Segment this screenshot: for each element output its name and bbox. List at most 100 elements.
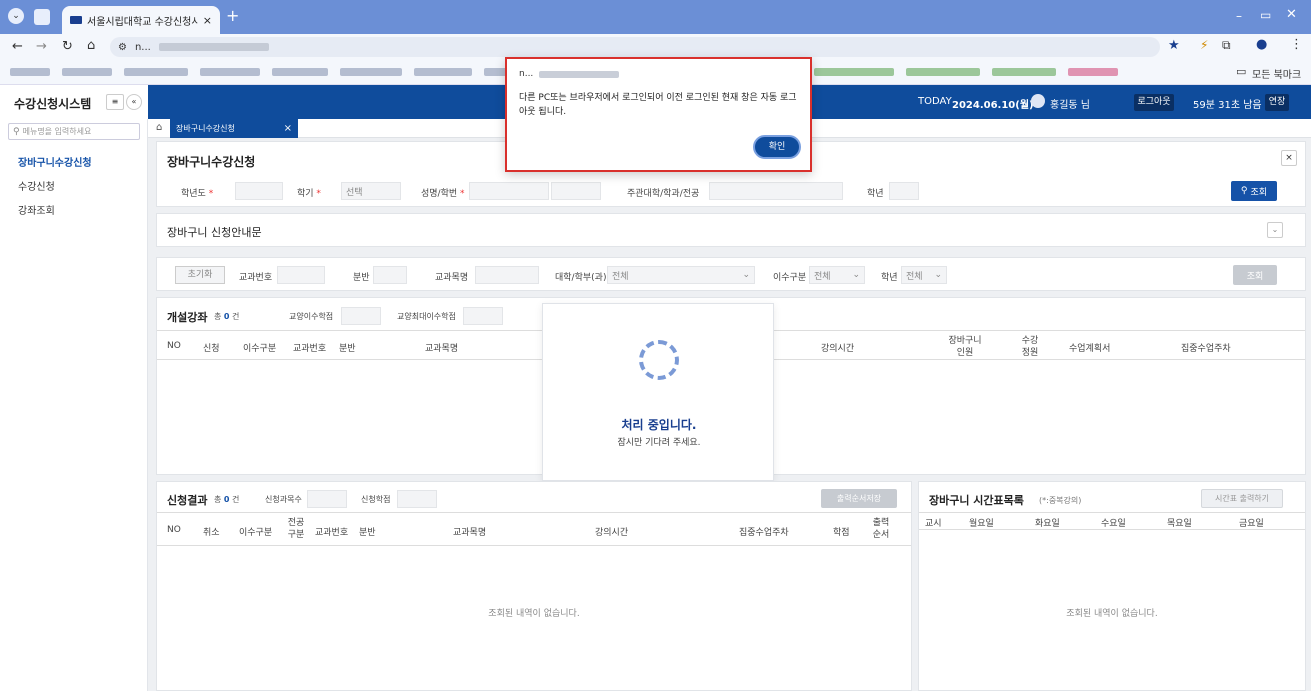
main-content: ⌂ 장바구니수강신청 × 장바구니수강신청 × 학년도 * 학기 * 선택 성명…	[148, 119, 1311, 691]
tab-group-icon[interactable]	[34, 9, 50, 25]
col-cancel: 취소	[203, 528, 220, 538]
col-intensive-week: 집중수업주차	[739, 528, 789, 538]
subjects-count-label: 신청과목수	[265, 495, 302, 504]
col-time: 강의시간	[821, 344, 855, 354]
student-id-input[interactable]	[551, 182, 601, 200]
type-select[interactable]: 전체 ⌄	[809, 266, 865, 284]
reset-button[interactable]: 초기화	[175, 266, 225, 284]
col-no: NO	[167, 525, 181, 535]
year-label: 학년도 *	[181, 189, 214, 199]
dept-input[interactable]	[709, 182, 843, 200]
tab-search-button[interactable]: ⌄	[8, 8, 24, 24]
folder-icon: ▭	[1236, 65, 1247, 78]
logout-button[interactable]: 로그아웃	[1134, 94, 1174, 111]
new-tab-button[interactable]: +	[226, 6, 239, 25]
print-timetable-button[interactable]: 시간표 출력하기	[1201, 489, 1283, 508]
bookmark-star-icon[interactable]: ★	[1168, 38, 1180, 53]
extensions-puzzle-icon[interactable]: ⧉	[1222, 38, 1231, 53]
col-major-type: 전공 구분	[287, 518, 305, 540]
alert-origin: n...	[519, 69, 620, 79]
app-title: 수강신청시스템	[14, 97, 92, 111]
grade-label: 학년	[867, 189, 884, 199]
results-header: NO 취소 이수구분 전공 구분 교과번호 분반 교과목명 강의시간 집중수업주…	[157, 512, 911, 546]
extend-session-button[interactable]: 연장	[1265, 94, 1289, 111]
menu-kebab-icon[interactable]: ⋮	[1290, 37, 1303, 52]
sidebar-item-registration[interactable]: 수강신청	[18, 178, 55, 193]
save-print-order-button[interactable]: 출력순서저장	[821, 489, 897, 508]
menu-search-field[interactable]: ⚲ 메뉴명을 입력하세요	[8, 123, 140, 140]
minimize-icon[interactable]: –	[1236, 9, 1242, 23]
user-avatar-icon	[1031, 94, 1045, 108]
liberal-max-label: 교양최대이수학점	[397, 312, 456, 321]
tab-cart-registration[interactable]: 장바구니수강신청 ×	[170, 119, 298, 138]
spinner-icon	[639, 340, 679, 380]
alert-dialog: n... 다른 PC또는 브라우저에서 로그인되어 이전 로그인된 현재 창은 …	[505, 57, 812, 172]
subjects-count-value	[307, 490, 347, 508]
col-apply: 신청	[203, 344, 220, 354]
col-cart-count: 장바구니 인원	[948, 336, 982, 358]
back-icon[interactable]: ←	[12, 39, 23, 54]
filter-search-button[interactable]: 조회	[1233, 265, 1277, 285]
forward-icon[interactable]: →	[36, 39, 47, 54]
name-id-label: 성명/학번 *	[421, 189, 465, 199]
page-title: 장바구니수강신청	[167, 155, 256, 169]
guide-panel: 장바구니 신청안내문 ⌄	[156, 213, 1306, 247]
chevron-down-icon: ⌄	[742, 270, 750, 280]
col-time: 강의시간	[595, 528, 629, 538]
grade-select[interactable]: 전체 ⌄	[901, 266, 947, 284]
close-page-button[interactable]: ×	[1281, 150, 1297, 166]
alert-message: 다른 PC또는 브라우저에서 로그인되어 이전 로그인된 현재 창은 자동 로그…	[519, 93, 797, 117]
section-label: 분반	[353, 273, 370, 283]
close-tab-icon[interactable]: ×	[284, 123, 292, 134]
close-tab-icon[interactable]: ×	[203, 14, 212, 27]
restore-icon[interactable]: ▭	[1260, 8, 1271, 22]
col-type: 이수구분	[243, 344, 277, 354]
loading-subtitle: 잠시만 기다려 주세요.	[617, 438, 701, 448]
collapse-sidebar-button[interactable]: «	[126, 94, 142, 110]
col-friday: 금요일	[1239, 519, 1264, 529]
liberal-credits-value	[341, 307, 381, 325]
col-syllabus: 수업계획서	[1069, 344, 1111, 354]
course-name-input[interactable]	[475, 266, 539, 284]
col-section: 분반	[339, 344, 356, 354]
name-input[interactable]	[469, 182, 549, 200]
filter-grade-label: 학년	[881, 273, 898, 283]
home-icon[interactable]: ⌂	[87, 38, 95, 53]
college-label: 대학/학부(과)	[555, 273, 607, 283]
term-select[interactable]: 선택	[341, 182, 401, 200]
college-select[interactable]: 전체 ⌄	[607, 266, 755, 284]
expand-guide-button[interactable]: ⌄	[1267, 222, 1283, 238]
user-name: 홍길동 님	[1050, 100, 1090, 111]
col-section: 분반	[359, 528, 376, 538]
url-field[interactable]: ⚙ n...	[110, 37, 1160, 57]
search-button[interactable]: ⚲ 조회	[1231, 181, 1277, 201]
section-input[interactable]	[373, 266, 407, 284]
col-tuesday: 화요일	[1035, 519, 1060, 529]
extension-icon[interactable]: ⚡	[1200, 38, 1208, 52]
grade-input[interactable]	[889, 182, 919, 200]
menu-toggle-button[interactable]: ≡	[106, 94, 124, 110]
sidebar-item-course-search[interactable]: 강좌조회	[18, 202, 55, 217]
reload-icon[interactable]: ↻	[62, 39, 73, 54]
confirm-button[interactable]: 확인	[753, 135, 801, 159]
site-info-icon[interactable]: ⚙	[118, 42, 127, 53]
dept-label: 주관대학/학과/전공	[627, 189, 700, 199]
type-label: 이수구분	[773, 273, 807, 283]
search-icon: ⚲	[13, 126, 20, 137]
all-bookmarks-link[interactable]: 모든 북마크	[1252, 66, 1301, 81]
results-panel: 신청결과 총 0 건 신청과목수 신청학점 출력순서저장 NO 취소 이수구분 …	[156, 481, 912, 691]
col-course-name: 교과목명	[453, 528, 487, 538]
results-empty-message: 조회된 내역이 없습니다.	[488, 609, 580, 619]
favicon-icon	[70, 16, 82, 24]
liberal-max-value	[463, 307, 503, 325]
close-window-icon[interactable]: ✕	[1286, 7, 1297, 22]
profile-icon[interactable]: ●	[1256, 37, 1267, 52]
browser-tab[interactable]: 서울시립대학교 수강신청시스 ×	[62, 6, 220, 34]
sidebar-item-cart-registration[interactable]: 장바구니수강신청	[18, 154, 92, 169]
year-input[interactable]	[235, 182, 283, 200]
col-course-no: 교과번호	[293, 344, 327, 354]
home-tab-icon[interactable]: ⌂	[156, 122, 162, 133]
url-text: n...	[134, 41, 151, 53]
credits-label: 신청학점	[361, 495, 391, 504]
course-no-input[interactable]	[277, 266, 325, 284]
